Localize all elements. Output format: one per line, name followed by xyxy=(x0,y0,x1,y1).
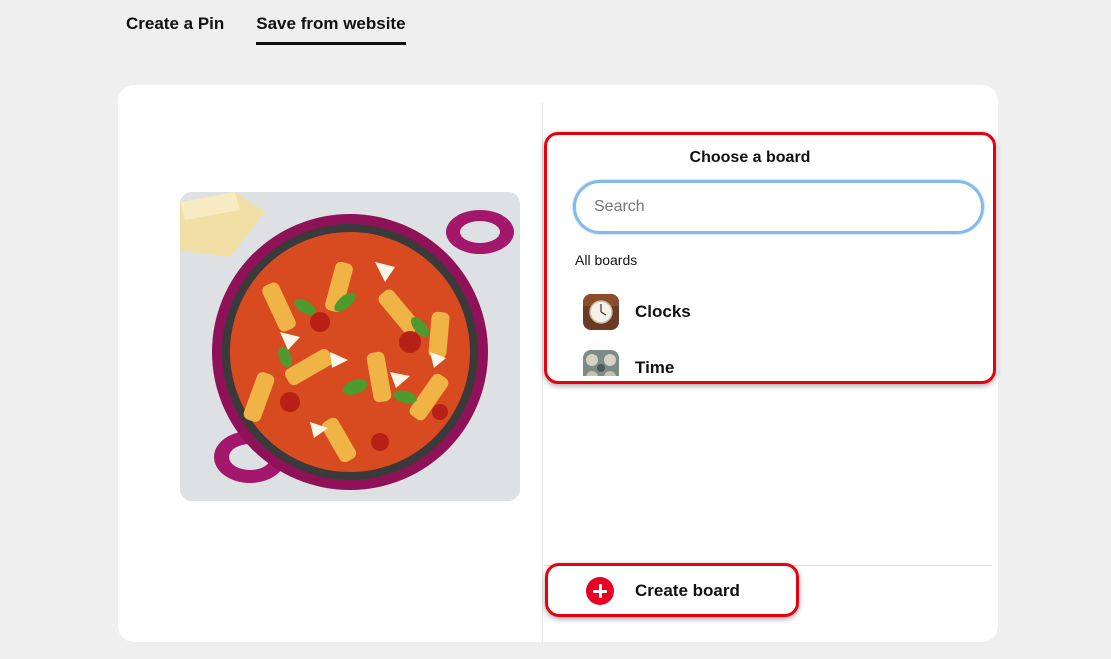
tab-bar: Create a Pin Save from website xyxy=(126,14,406,45)
create-board-highlight xyxy=(545,563,799,617)
save-pin-card: Choose a board All boards Clocks xyxy=(118,85,998,642)
tab-save-from-website[interactable]: Save from website xyxy=(256,14,406,45)
tab-create-a-pin[interactable]: Create a Pin xyxy=(126,14,224,45)
pin-image xyxy=(180,192,520,501)
board-picker-highlight xyxy=(544,132,996,384)
vertical-divider xyxy=(542,103,543,642)
pasta-dish-photo xyxy=(180,192,520,501)
